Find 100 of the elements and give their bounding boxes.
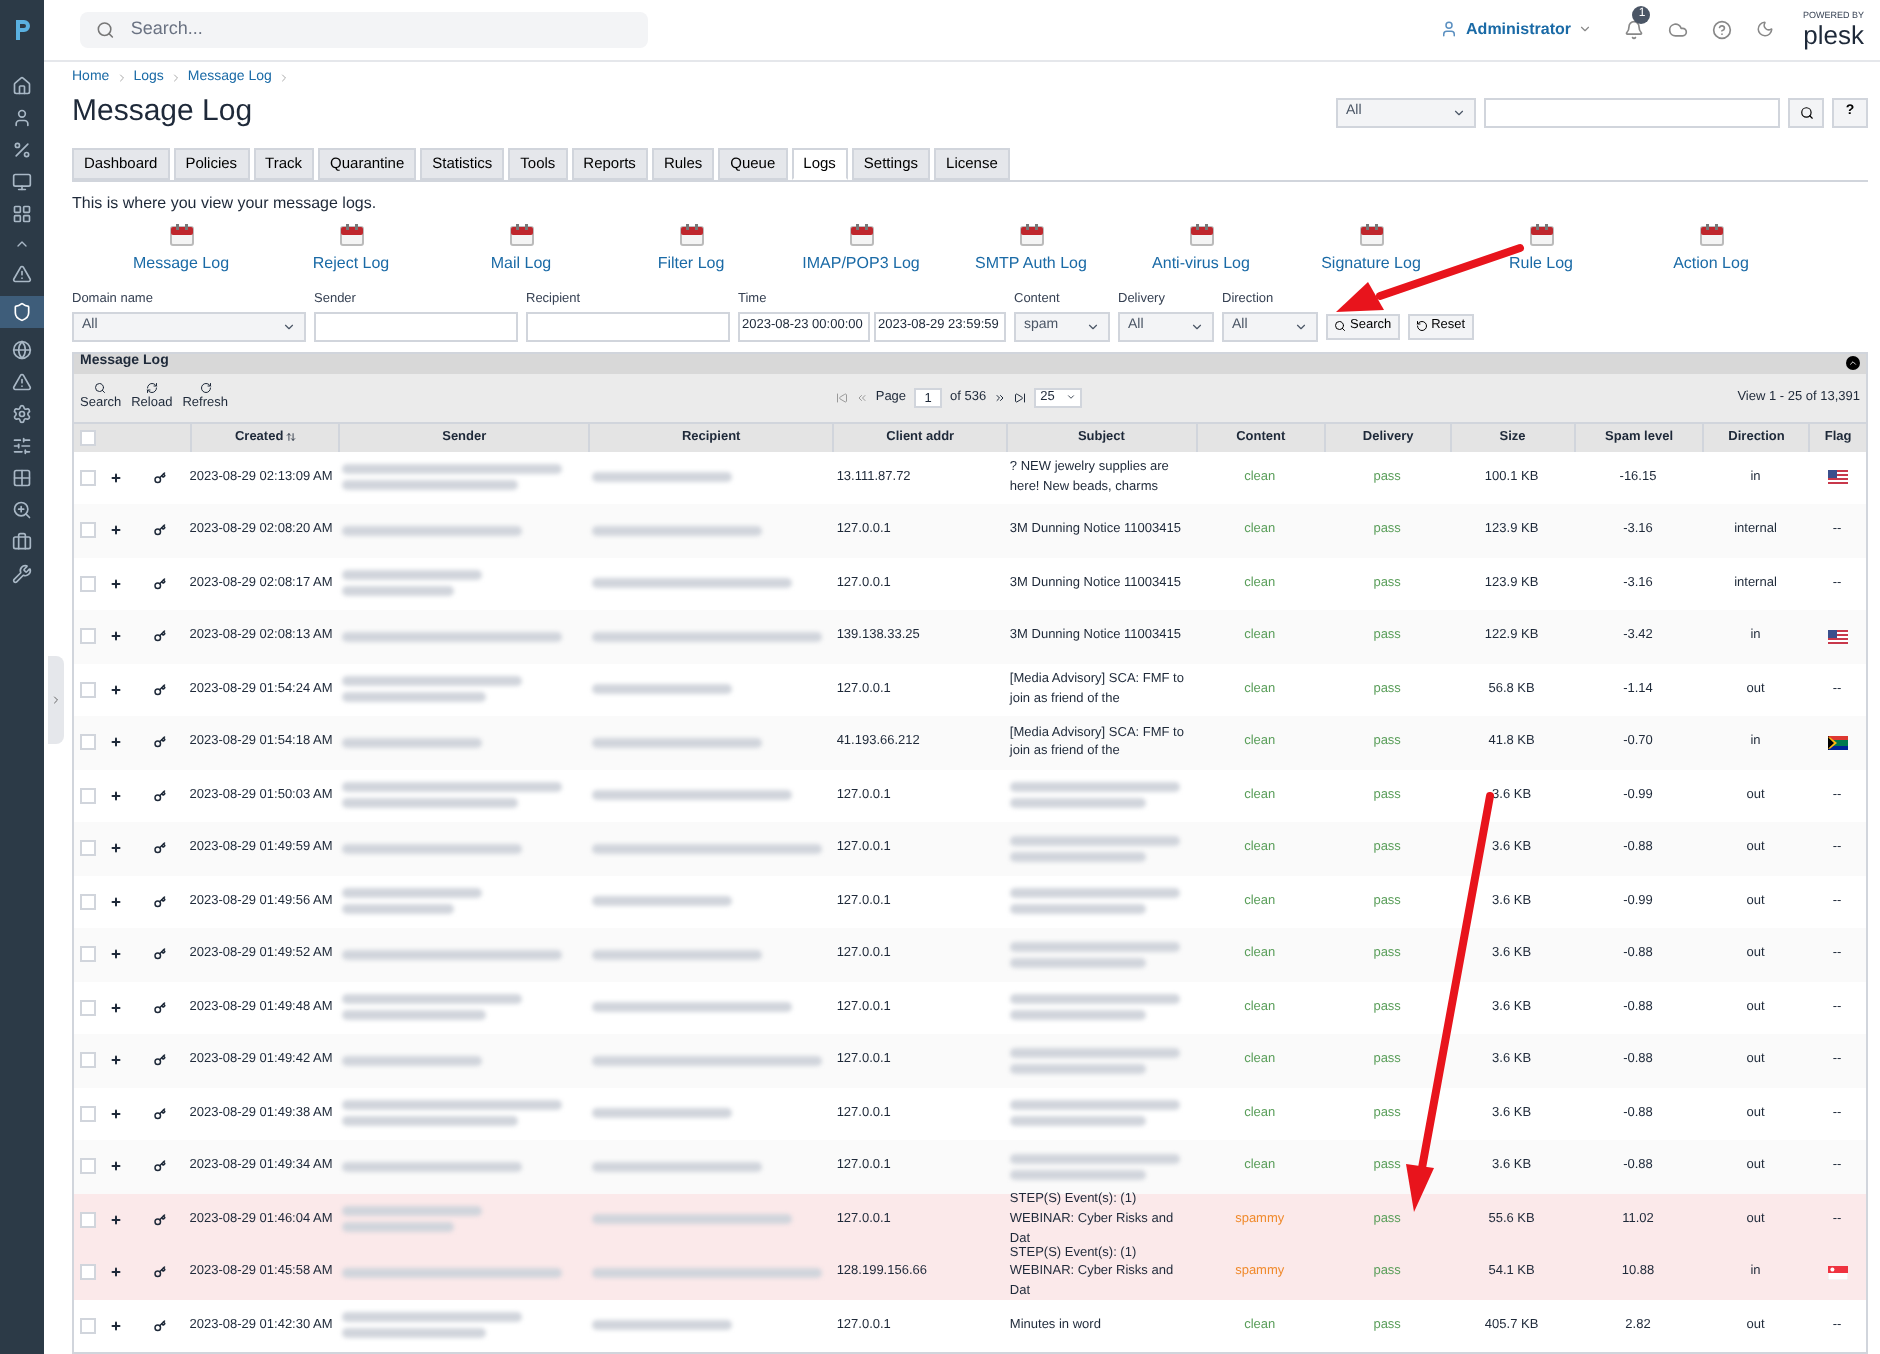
quick-search-field[interactable] <box>1484 98 1780 128</box>
row-checkbox[interactable] <box>80 628 97 645</box>
settings-icon[interactable] <box>12 404 32 424</box>
notification-icon[interactable] <box>1624 19 1645 40</box>
key-icon[interactable] <box>153 842 166 855</box>
row-checkbox[interactable] <box>80 1264 97 1281</box>
warning-icon[interactable] <box>12 372 32 392</box>
expand-icon[interactable] <box>110 1319 123 1332</box>
key-icon[interactable] <box>153 577 166 590</box>
row-checkbox[interactable] <box>80 1105 97 1122</box>
key-icon[interactable] <box>153 524 166 537</box>
expand-icon[interactable] <box>110 577 123 590</box>
chevron-up-icon[interactable] <box>14 236 30 252</box>
chevron-right-icon <box>115 72 128 84</box>
search-input[interactable]: Search... <box>130 16 632 44</box>
expand-icon[interactable] <box>110 471 123 484</box>
row-checkbox[interactable] <box>80 1158 97 1175</box>
sidebar-toggle[interactable] <box>48 656 64 744</box>
user-icon[interactable] <box>12 108 32 128</box>
row-checkbox[interactable] <box>80 999 97 1016</box>
expand-icon[interactable] <box>110 524 123 537</box>
key-icon[interactable] <box>153 1266 166 1279</box>
shield-icon[interactable] <box>12 302 32 322</box>
user-menu[interactable]: Administrator <box>1466 17 1571 42</box>
zoom-icon[interactable] <box>12 500 32 520</box>
expand-icon[interactable] <box>110 1107 123 1120</box>
log-link[interactable]: Anti-virus Log <box>1152 251 1250 276</box>
row-checkbox[interactable] <box>80 681 97 698</box>
wrench-icon[interactable] <box>12 564 32 584</box>
log-link[interactable]: Filter Log <box>657 251 725 276</box>
search-field[interactable]: Search... <box>80 11 648 48</box>
last-page-icon[interactable] <box>1014 391 1027 403</box>
key-icon[interactable] <box>153 1213 166 1226</box>
row-checkbox[interactable] <box>80 1052 97 1069</box>
row-checkbox[interactable] <box>80 893 97 910</box>
row-checkbox[interactable] <box>80 522 97 539</box>
row-checkbox[interactable] <box>80 1211 97 1228</box>
key-icon[interactable] <box>153 948 166 961</box>
tool-icon <box>94 381 107 394</box>
row-checkbox[interactable] <box>80 1317 97 1334</box>
grid-icon[interactable] <box>12 468 32 488</box>
row-checkbox[interactable] <box>80 946 97 963</box>
expand-icon[interactable] <box>110 1001 123 1014</box>
expand-icon[interactable] <box>110 1160 123 1173</box>
expand-icon[interactable] <box>110 842 123 855</box>
key-icon[interactable] <box>153 895 166 908</box>
briefcase-icon[interactable] <box>12 532 32 552</box>
globe-icon[interactable] <box>12 340 32 360</box>
log-link[interactable]: Message Log <box>132 251 230 276</box>
expand-icon[interactable] <box>110 1054 123 1067</box>
key-icon[interactable] <box>153 789 166 802</box>
moon-icon[interactable] <box>1756 20 1775 39</box>
monitor-icon[interactable] <box>12 172 32 192</box>
expand-icon[interactable] <box>110 736 123 749</box>
key-icon[interactable] <box>153 683 166 696</box>
log-link[interactable]: Mail Log <box>490 251 552 276</box>
filter-field[interactable] <box>526 311 730 341</box>
select-all-checkbox[interactable] <box>80 429 97 445</box>
row-checkbox[interactable] <box>80 469 97 486</box>
sliders-icon[interactable] <box>12 436 32 456</box>
collapse-icon[interactable] <box>1846 356 1860 370</box>
filter-field[interactable] <box>314 311 518 341</box>
log-link[interactable]: Rule Log <box>1508 251 1574 276</box>
search-button[interactable] <box>1788 98 1824 128</box>
row-checkbox[interactable] <box>80 840 97 857</box>
key-icon[interactable] <box>153 1319 166 1332</box>
log-link[interactable]: IMAP/POP3 Log <box>802 251 920 276</box>
key-icon[interactable] <box>153 1054 166 1067</box>
redacted-text <box>591 1320 732 1331</box>
expand-icon[interactable] <box>110 789 123 802</box>
expand-icon[interactable] <box>110 1213 123 1226</box>
panels-icon[interactable] <box>12 204 32 224</box>
calendar-icon <box>1699 223 1723 246</box>
key-icon[interactable] <box>153 1001 166 1014</box>
expand-icon[interactable] <box>110 895 123 908</box>
key-icon[interactable] <box>153 630 166 643</box>
log-link[interactable]: Signature Log <box>1321 251 1421 276</box>
redacted-text <box>591 472 732 483</box>
caret-icon <box>282 319 296 333</box>
expand-icon[interactable] <box>110 683 123 696</box>
row-checkbox[interactable] <box>80 575 97 592</box>
expand-icon[interactable] <box>110 630 123 643</box>
flag-icon <box>1827 735 1848 750</box>
key-icon[interactable] <box>153 1160 166 1173</box>
cloud-icon[interactable] <box>1668 19 1689 40</box>
home-icon[interactable] <box>12 76 32 96</box>
tool-icon <box>145 381 158 394</box>
reset-icon <box>1415 320 1428 332</box>
log-link[interactable]: Action Log <box>1673 251 1749 276</box>
log-link[interactable]: Reject Log <box>312 251 390 276</box>
row-checkbox[interactable] <box>80 787 97 804</box>
percent-icon[interactable] <box>12 140 32 160</box>
key-icon[interactable] <box>153 1107 166 1120</box>
row-checkbox[interactable] <box>80 734 97 751</box>
key-icon[interactable] <box>153 736 166 749</box>
expand-icon[interactable] <box>110 948 123 961</box>
expand-icon[interactable] <box>110 1266 123 1279</box>
help-icon[interactable] <box>1712 19 1733 40</box>
key-icon[interactable] <box>153 471 166 484</box>
log-link[interactable]: SMTP Auth Log <box>975 251 1087 276</box>
